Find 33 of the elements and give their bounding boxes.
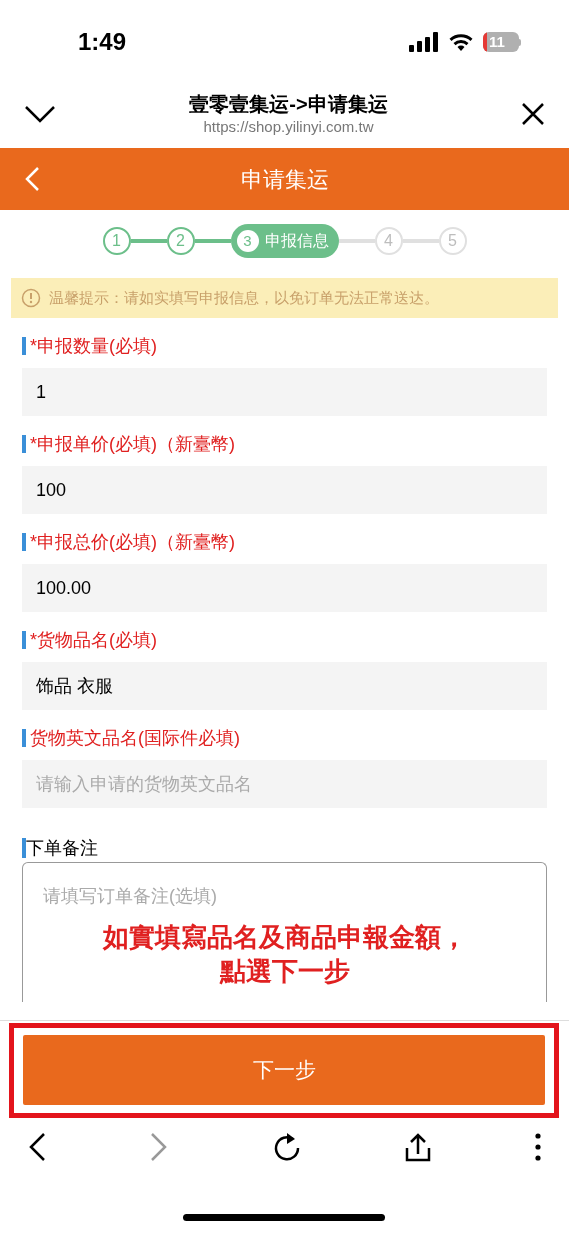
field-label: *申报数量(必填): [30, 334, 157, 358]
forward-icon[interactable]: [150, 1132, 169, 1162]
input-field[interactable]: 饰品 衣服: [22, 662, 547, 710]
share-icon[interactable]: [404, 1132, 431, 1162]
input-field[interactable]: 100: [22, 466, 547, 514]
back-icon[interactable]: [28, 1132, 46, 1162]
field-label: *申报总价(必填)（新臺幣): [30, 530, 235, 554]
signal-icon: [409, 32, 439, 52]
input-field[interactable]: 100.00: [22, 564, 547, 612]
field-label: *货物品名(必填): [30, 628, 157, 652]
warning-icon: [21, 288, 41, 308]
more-icon[interactable]: [535, 1133, 541, 1161]
battery-icon: 11: [483, 32, 521, 52]
input-field[interactable]: 1: [22, 368, 547, 416]
field-label: *申报单价(必填)（新臺幣): [30, 432, 235, 456]
header-title: 申请集运: [240, 165, 329, 194]
input-field[interactable]: 请输入申请的货物英文品名: [22, 760, 547, 808]
page-title: 壹零壹集运->申请集运: [189, 92, 388, 117]
annotation-text: 如實填寫品名及商品申報金額， 點選下一步: [101, 921, 468, 988]
notice-text: 温馨提示：请如实填写申报信息，以免订单无法正常送达。: [49, 287, 439, 308]
step-indicator: 1: [102, 227, 131, 255]
field-label: 下单备注: [26, 836, 98, 860]
step-indicator: 4: [374, 227, 403, 255]
field-label: 货物英文品名(国际件必填): [30, 726, 240, 750]
status-time: 1:49: [78, 27, 127, 57]
wifi-icon: [449, 33, 473, 51]
step-indicator: 2: [166, 227, 195, 255]
reload-icon[interactable]: [272, 1132, 301, 1162]
page-url: https://shop.yilinyi.com.tw: [203, 117, 374, 137]
step-indicator: 5: [438, 227, 467, 255]
close-icon[interactable]: [521, 102, 545, 126]
chevron-down-icon[interactable]: [24, 105, 56, 123]
step-indicator: 3 申报信息: [230, 224, 339, 258]
